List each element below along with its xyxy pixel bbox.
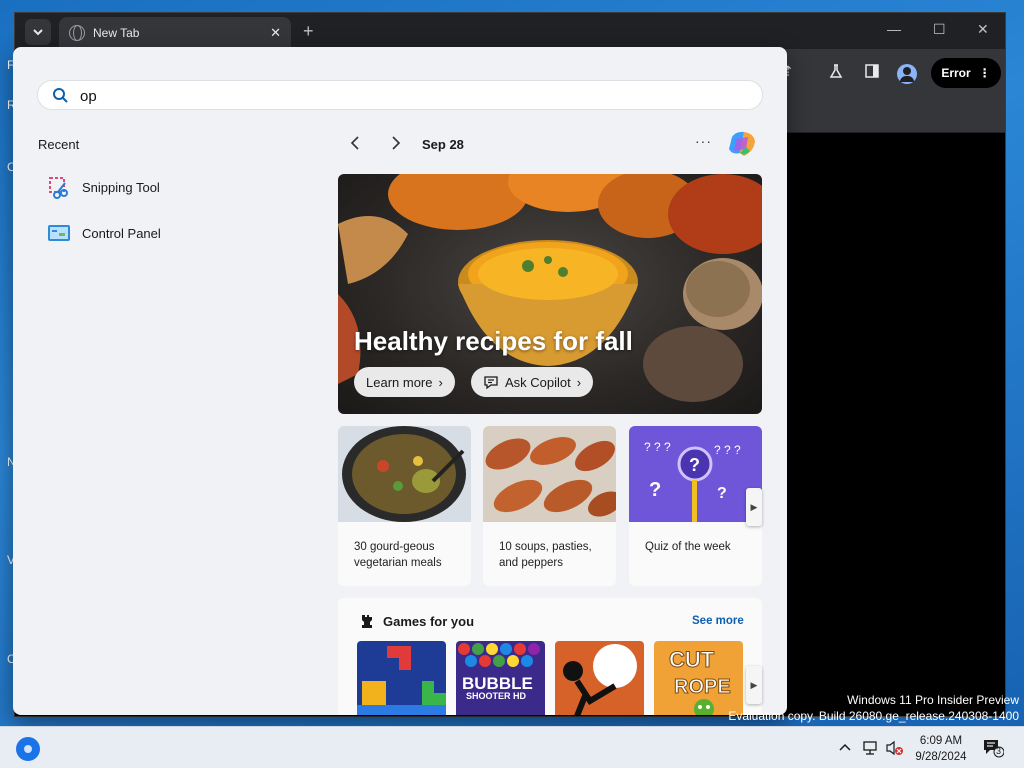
watermark-build: Evaluation copy. Build 26080.ge_release.…	[728, 709, 1019, 723]
search-box[interactable]	[37, 80, 763, 110]
card-quiz-of-the-week[interactable]: ? ? ? ? ? ? ? ? ? Quiz of the week	[629, 426, 762, 586]
recent-item-snipping-tool[interactable]: Snipping Tool	[47, 173, 307, 201]
cut-the-rope-image: CUT ROPE	[654, 641, 743, 715]
minimize-icon[interactable]: —	[887, 21, 901, 37]
chess-rook-icon	[362, 615, 372, 628]
chrome-taskbar-icon[interactable]	[16, 737, 40, 761]
game-tile-stickman[interactable]	[555, 641, 644, 715]
network-icon[interactable]	[862, 740, 880, 759]
svg-text:?: ?	[649, 479, 661, 501]
recent-item-label: Control Panel	[82, 225, 161, 241]
svg-text:?: ?	[717, 485, 727, 502]
svg-text:? ? ?: ? ? ?	[714, 443, 741, 457]
card-text: 10 soups, pasties, and peppers	[499, 541, 592, 569]
tab-search-button[interactable]	[25, 19, 51, 45]
close-icon[interactable]: ✕	[270, 25, 281, 41]
see-more-link[interactable]: See more	[692, 615, 744, 627]
clock-date: 9/28/2024	[915, 751, 967, 763]
search-flyout: Recent Snipping Tool Control Panel Sep 2…	[13, 47, 787, 715]
card-soups-pasties[interactable]: 10 soups, pasties, and peppers	[483, 426, 616, 586]
notification-count: 3	[996, 746, 1002, 756]
games-next-icon[interactable]: ▶	[746, 666, 762, 704]
chevron-right-icon: ›	[438, 374, 443, 390]
games-section: Games for you See more BUBBLE SHOOTER HD…	[338, 598, 762, 715]
card-vegetarian-meals[interactable]: 30 gourd-geous vegetarian meals	[338, 426, 471, 586]
error-menu-button[interactable]: Error ⋮	[931, 58, 1001, 88]
chevron-left-icon[interactable]	[349, 135, 361, 156]
profile-icon[interactable]	[897, 64, 917, 84]
card-text: 30 gourd-geous vegetarian meals	[354, 541, 442, 569]
labs-flask-icon[interactable]	[827, 63, 845, 81]
feed-date: Sep 28	[422, 137, 464, 152]
food-pan-image	[338, 426, 471, 522]
recent-heading: Recent	[38, 137, 80, 152]
recent-item-label: Snipping Tool	[82, 179, 160, 195]
snipping-tool-icon	[49, 177, 68, 199]
side-panel-icon[interactable]	[863, 63, 881, 81]
copilot-icon[interactable]	[726, 129, 758, 159]
chevron-right-icon: ›	[576, 374, 582, 390]
svg-text:CUT: CUT	[669, 647, 715, 672]
chevron-right-icon[interactable]	[390, 135, 402, 156]
svg-text:?: ?	[689, 455, 700, 475]
error-label: Error	[941, 66, 971, 80]
control-panel-icon	[48, 225, 70, 241]
search-input[interactable]	[80, 85, 740, 107]
search-icon	[53, 88, 68, 103]
close-window-icon[interactable]: ✕	[977, 21, 989, 38]
game-tile-cut-the-rope[interactable]: CUT ROPE	[654, 641, 743, 715]
clock-time: 6:09 AM	[919, 735, 963, 747]
tab-new-tab[interactable]: New Tab ✕	[59, 17, 291, 49]
block-puzzle-image	[357, 641, 446, 715]
learn-more-label: Learn more	[366, 374, 433, 390]
game-tile-bubble-shooter[interactable]: BUBBLE SHOOTER HD	[456, 641, 545, 715]
games-title: Games for you	[383, 614, 475, 629]
recent-item-control-panel[interactable]: Control Panel	[47, 219, 307, 247]
svg-text:SHOOTER HD: SHOOTER HD	[466, 691, 527, 701]
quiz-magnifier-image: ? ? ? ? ? ? ? ? ?	[629, 426, 762, 522]
globe-icon	[69, 25, 85, 41]
tab-strip: New Tab ✕ + — ☐ ✕	[15, 13, 1005, 49]
notification-center-icon[interactable]: 3	[982, 738, 1005, 758]
volume-muted-icon[interactable]	[885, 740, 905, 759]
chat-bubble-icon	[484, 376, 498, 390]
new-tab-button[interactable]: +	[303, 21, 314, 42]
more-options-icon[interactable]: ···	[695, 133, 712, 149]
carousel-next-icon[interactable]: ▶	[746, 488, 762, 526]
svg-text:ROPE: ROPE	[674, 676, 731, 698]
hero-title: Healthy recipes for fall	[354, 326, 633, 356]
clock[interactable]: 6:09 AM 9/28/2024	[908, 733, 974, 765]
card-text: Quiz of the week	[645, 541, 731, 553]
show-hidden-icons-icon[interactable]	[839, 740, 851, 755]
chevron-down-icon	[33, 29, 43, 36]
hero-card[interactable]: Healthy recipes for fall Learn more › As…	[338, 174, 762, 414]
maximize-icon[interactable]: ☐	[933, 21, 946, 38]
stickman-fight-image	[555, 641, 644, 715]
bubble-shooter-image: BUBBLE SHOOTER HD	[456, 641, 545, 715]
learn-more-button[interactable]: Learn more ›	[354, 367, 455, 397]
ask-copilot-label: Ask Copilot	[505, 374, 571, 390]
taskbar: 6:09 AM 9/28/2024 3	[0, 726, 1024, 768]
game-tile-block-puzzle[interactable]	[357, 641, 446, 715]
svg-text:? ? ?: ? ? ?	[644, 440, 671, 454]
stuffed-peppers-image	[483, 426, 616, 522]
tab-title: New Tab	[93, 26, 140, 40]
kebab-menu-icon: ⋮	[978, 66, 991, 80]
watermark-edition: Windows 11 Pro Insider Preview	[847, 693, 1019, 707]
ask-copilot-button[interactable]: Ask Copilot ›	[471, 367, 594, 397]
